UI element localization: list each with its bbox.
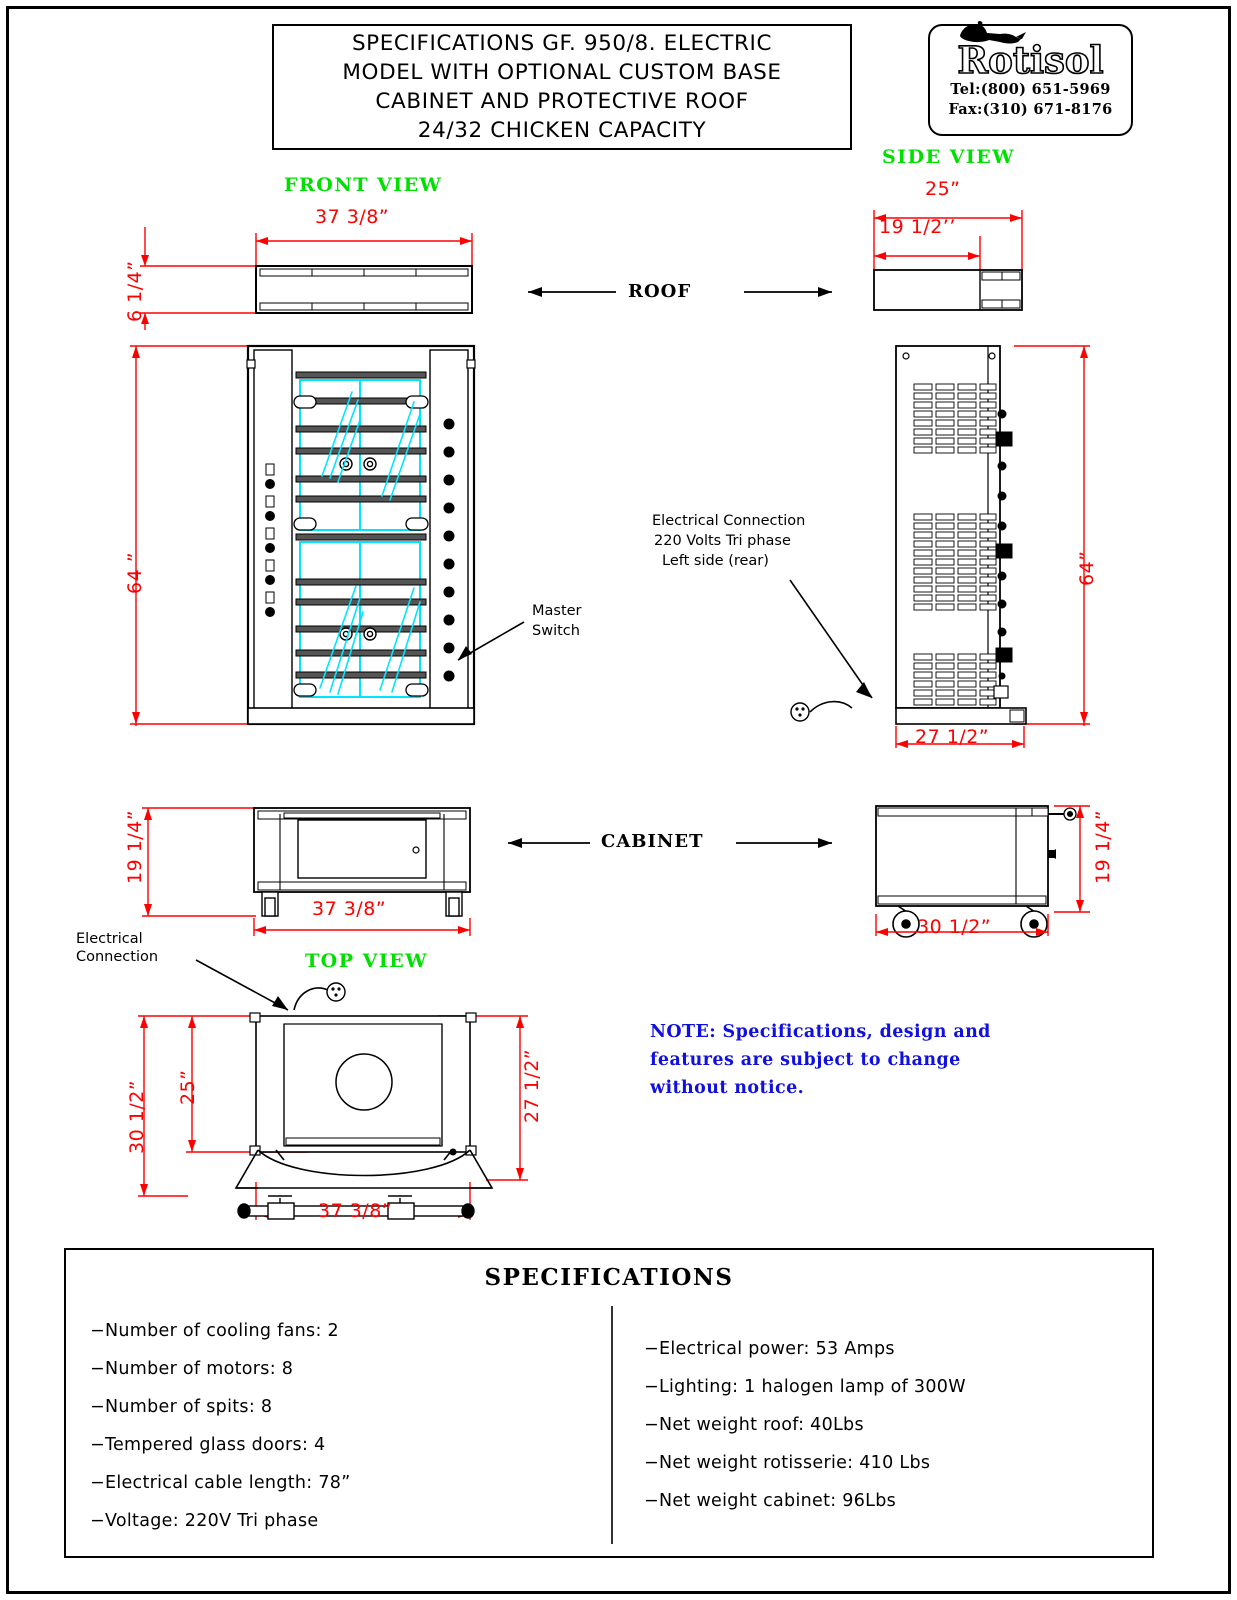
roof-front-width-dim: 37 3/8” bbox=[315, 206, 390, 228]
spec-item: −Electrical cable length: 78” bbox=[90, 1473, 351, 1493]
note-line-2: features are subject to change bbox=[650, 1050, 961, 1070]
spec-item: −Number of cooling fans: 2 bbox=[90, 1321, 339, 1341]
cabinet-side-height-dim: 19 1/4” bbox=[1092, 809, 1114, 884]
cabinet-side-drawing bbox=[875, 805, 1090, 938]
front-view-label: FRONT VIEW bbox=[284, 174, 443, 196]
note-line-3: without notice. bbox=[650, 1078, 805, 1098]
roof-front-drawing bbox=[140, 227, 473, 330]
title-line-1: SPECIFICATIONS GF. 950/8. ELECTRIC bbox=[351, 31, 773, 56]
logo-block: Rotisol Tel:(800) 651-5969 Fax:(310) 671… bbox=[928, 20, 1133, 136]
spec-item: −Voltage: 220V Tri phase bbox=[90, 1511, 319, 1531]
drawing-page: SPECIFICATIONS GF. 950/8. ELECTRIC MODEL… bbox=[0, 0, 1237, 1600]
top-view-inner-depth-dim: 25” bbox=[177, 1069, 199, 1105]
spec-item: −Net weight rotisserie: 410 Lbs bbox=[644, 1453, 931, 1473]
title-line-3: CABINET AND PROTECTIVE ROOF bbox=[375, 89, 749, 114]
roof-side-inner-dim: 19 1/2’’ bbox=[879, 216, 956, 238]
spec-item: −Lighting: 1 halogen lamp of 300W bbox=[644, 1377, 966, 1397]
spec-column-left: −Number of cooling fans: 2 −Number of mo… bbox=[90, 1312, 600, 1540]
electrical-rear-line1: Electrical Connection bbox=[652, 513, 806, 529]
spec-column-right: −Electrical power: 53 Amps −Lighting: 1 … bbox=[644, 1330, 1144, 1520]
master-switch-label-line2: Switch bbox=[532, 623, 580, 639]
top-view-width-dim: 37 3/8” bbox=[318, 1200, 393, 1222]
title-block: SPECIFICATIONS GF. 950/8. ELECTRIC MODEL… bbox=[272, 24, 852, 150]
cabinet-front-height-dim: 19 1/4” bbox=[124, 809, 146, 884]
rotisserie-side-height-dim: 64” bbox=[1076, 550, 1098, 586]
top-view-label: TOP VIEW bbox=[305, 950, 429, 972]
spec-item: −Electrical power: 53 Amps bbox=[644, 1339, 895, 1359]
electrical-rear-line2: 220 Volts Tri phase bbox=[654, 533, 791, 549]
rotisserie-side-drawing bbox=[895, 345, 1090, 748]
spec-item: −Number of spits: 8 bbox=[90, 1397, 273, 1417]
specifications-panel: SPECIFICATIONS −Number of cooling fans: … bbox=[64, 1248, 1154, 1558]
spec-column-divider bbox=[611, 1306, 613, 1544]
spec-item: −Tempered glass doors: 4 bbox=[90, 1435, 326, 1455]
note-line-1: NOTE: Specifications, design and bbox=[650, 1022, 991, 1042]
electrical-top-line1: Electrical bbox=[76, 931, 143, 947]
power-plug-icon bbox=[790, 700, 853, 722]
rotisserie-front-height-dim: 64 ” bbox=[124, 551, 146, 594]
electrical-rear-line3: Left side (rear) bbox=[662, 553, 769, 569]
spec-item: −Number of motors: 8 bbox=[90, 1359, 294, 1379]
electrical-top-line2: Connection bbox=[76, 949, 159, 965]
chicken-silhouette-icon bbox=[960, 20, 1026, 44]
spec-item: −Net weight cabinet: 96Lbs bbox=[644, 1491, 897, 1511]
cabinet-front-drawing bbox=[142, 807, 471, 936]
title-line-2: MODEL WITH OPTIONAL CUSTOM BASE bbox=[342, 60, 782, 85]
logo-fax: Fax:(310) 671-8176 bbox=[948, 101, 1113, 118]
side-view-label: SIDE VIEW bbox=[882, 146, 1016, 168]
master-switch-label-line1: Master bbox=[532, 603, 582, 619]
master-switch-leader-arrow bbox=[457, 621, 525, 661]
spec-item: −Net weight roof: 40Lbs bbox=[644, 1415, 864, 1435]
cabinet-side-width-dim: 30 1/2” bbox=[917, 916, 992, 938]
change-notice-note: NOTE: Specifications, design and feature… bbox=[650, 1018, 1070, 1102]
electrical-rear-leader-arrow bbox=[789, 579, 873, 699]
cabinet-section-label: CABINET bbox=[601, 831, 704, 852]
logo-tel: Tel:(800) 651-5969 bbox=[950, 81, 1111, 98]
top-view-drawing bbox=[138, 1012, 528, 1220]
top-view-outer-depth-dim: 30 1/2” bbox=[126, 1079, 148, 1154]
cabinet-front-width-dim: 37 3/8” bbox=[312, 898, 387, 920]
rotisserie-side-depth-dim: 27 1/2” bbox=[915, 726, 990, 748]
roof-section-label: ROOF bbox=[628, 281, 692, 302]
roof-side-width-dim: 25” bbox=[925, 178, 961, 200]
roof-front-height-dim: 6 1/4” bbox=[124, 260, 146, 322]
top-view-right-depth-dim: 27 1/2” bbox=[521, 1048, 543, 1123]
title-line-4: 24/32 CHICKEN CAPACITY bbox=[417, 118, 707, 143]
specifications-heading: SPECIFICATIONS bbox=[484, 1264, 734, 1291]
rotisserie-front-drawing bbox=[130, 344, 476, 726]
